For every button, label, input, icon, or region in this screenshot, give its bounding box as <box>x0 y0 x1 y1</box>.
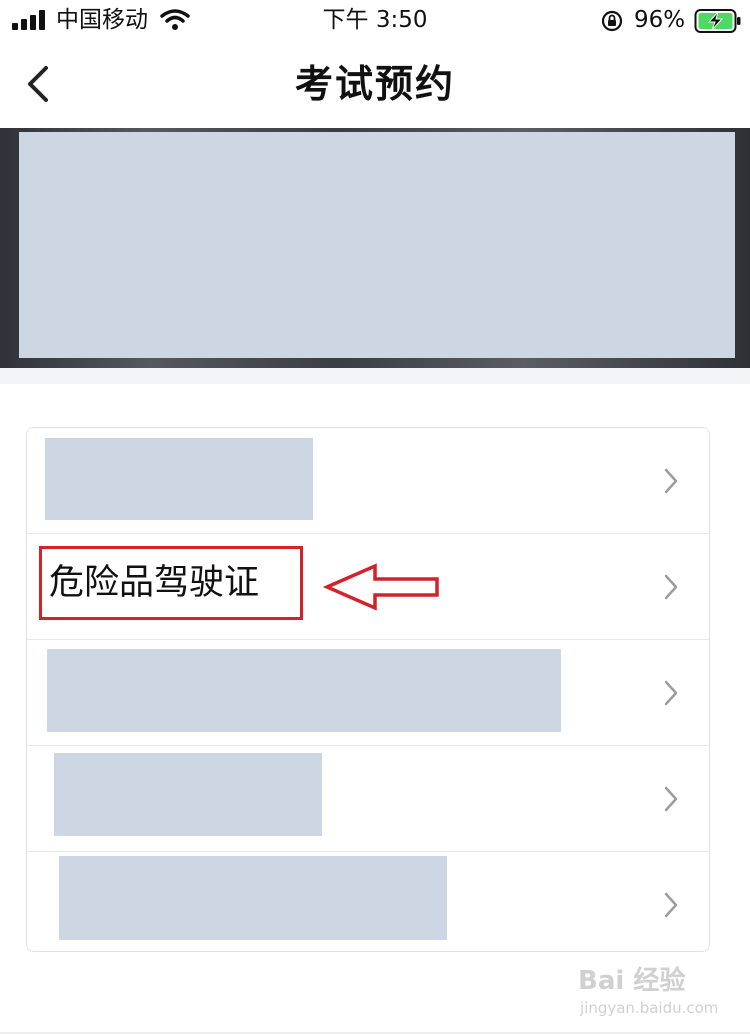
watermark-logo: Bai 经验 <box>578 966 686 996</box>
list-item[interactable] <box>27 428 709 534</box>
chevron-right-icon <box>664 786 678 812</box>
chevron-right-icon <box>664 574 678 600</box>
redacted-label <box>59 856 447 940</box>
exam-type-list: 危险品驾驶证 <box>26 427 710 952</box>
redacted-label <box>47 649 561 732</box>
battery-charging-icon <box>694 9 741 33</box>
page-title: 考试预约 <box>294 62 455 106</box>
chevron-right-icon <box>664 680 678 706</box>
arrow-left-outline-icon <box>323 563 439 611</box>
chevron-right-icon <box>664 892 678 918</box>
list-item-label: 危险品驾驶证 <box>49 563 260 603</box>
list-item[interactable] <box>27 640 709 746</box>
redacted-label <box>54 753 322 836</box>
baidu-jingyan-watermark: Bai 经验 jingyan.baidu.com <box>578 965 728 1021</box>
list-item-hazmat-license[interactable]: 危险品驾驶证 <box>27 534 709 640</box>
section-divider <box>0 368 750 384</box>
battery-percent: 96% <box>634 7 686 33</box>
banner-image <box>0 128 750 368</box>
nav-bar: 考试预约 <box>0 40 750 128</box>
status-bar: 中国移动 下午 3:50 96% <box>0 0 750 40</box>
watermark-url: jingyan.baidu.com <box>580 999 719 1017</box>
list-item[interactable] <box>27 852 709 958</box>
lock-rotation-icon <box>601 10 623 32</box>
chevron-right-icon <box>664 468 678 494</box>
redacted-label <box>45 438 313 520</box>
banner-redaction <box>19 132 735 358</box>
list-item[interactable] <box>27 746 709 852</box>
